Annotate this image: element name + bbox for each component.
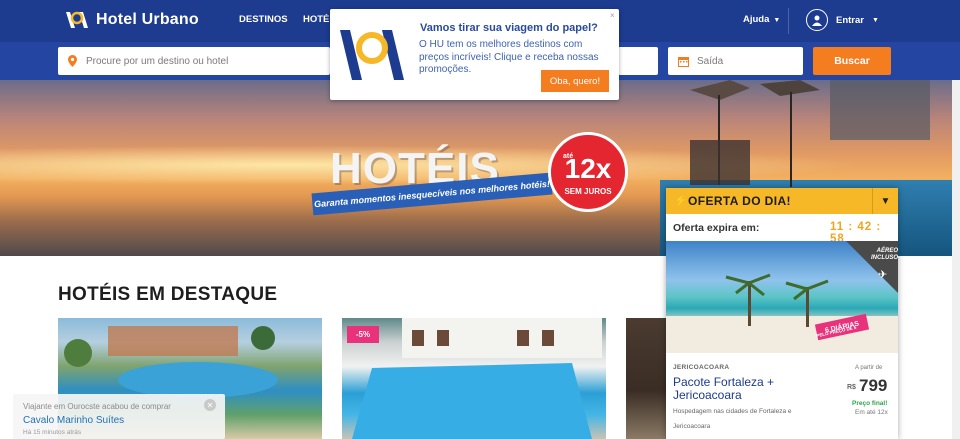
notification-time: Há 15 minutos atrás (23, 429, 82, 436)
brand-name: Hotel Urbano (96, 11, 199, 28)
destination-placeholder: Procure por um destino ou hotel (86, 55, 229, 67)
offer-header-title: OFERTA DO DIA! (688, 194, 791, 208)
installments-label: Em até 12x (855, 409, 888, 416)
offer-price: 799 (859, 376, 888, 395)
air-included-badge: AÉREO INCLUSO (871, 248, 898, 261)
offer-title[interactable]: Pacote Fortaleza + Jericoacoara (673, 376, 813, 401)
login-menu[interactable]: Entrar ▼ (806, 9, 879, 31)
offer-of-the-day-panel[interactable]: ⚡ OFERTA DO DIA! ▼ Oferta expira em: 11 … (666, 188, 898, 439)
divider (788, 8, 789, 34)
airplane-icon: ✈ (878, 269, 888, 281)
offer-location: JERICOACOARA (673, 364, 730, 371)
nav-hoteis[interactable]: HOTÉ (303, 14, 331, 25)
search-button[interactable]: Buscar (813, 47, 891, 75)
location-pin-icon (68, 55, 77, 67)
help-menu[interactable]: Ajuda ▼ (743, 14, 780, 25)
hotel-card[interactable] (626, 318, 666, 439)
destination-search-input[interactable]: Procure por um destino ou hotel (58, 47, 330, 75)
caret-down-icon: ▼ (773, 17, 781, 24)
newsletter-popup: Vamos tirar sua viagem do papel? O HU te… (330, 9, 619, 100)
notification-hotel-link[interactable]: Cavalo Marinho Suítes (23, 415, 124, 426)
checkout-date-input[interactable]: Saída (668, 47, 803, 75)
umbrellas-image (690, 80, 930, 187)
price-from-label: A partir de (855, 365, 883, 371)
discount-badge: -5% (347, 326, 379, 343)
nav-destinos[interactable]: DESTINOS (239, 14, 288, 25)
pool-photo (352, 318, 602, 439)
help-label: Ajuda (743, 14, 770, 25)
caret-down-icon: ▼ (871, 16, 879, 24)
price-currency: R$ (847, 384, 856, 391)
login-label: Entrar (836, 14, 864, 26)
hotel-urbano-logo-icon (66, 11, 88, 28)
recent-purchase-notification: Viajante em Ourocste acabou de comprar C… (13, 394, 225, 439)
scrollbar[interactable] (952, 80, 960, 439)
badge-suffix: SEM JUROS (564, 187, 612, 196)
chevron-down-icon[interactable]: ▼ (872, 188, 898, 214)
offer-expires-label: Oferta expira em: (673, 222, 760, 234)
calendar-icon (678, 56, 689, 67)
lightning-icon: ⚡ (674, 195, 688, 207)
hotel-urbano-logo-icon (340, 30, 404, 80)
checkout-placeholder: Saída (697, 55, 724, 67)
popup-title: Vamos tirar sua viagem do papel? (420, 22, 598, 34)
final-price-label: Preço final! (852, 400, 888, 407)
offer-description: Hospedagem nas cidades de Fortaleza e Je… (673, 408, 792, 430)
badge-value: 12x (564, 153, 612, 184)
close-icon[interactable]: × (610, 11, 615, 20)
section-title: HOTÉIS EM DESTAQUE (58, 284, 278, 305)
user-icon (806, 9, 828, 31)
installments-badge: até 12x SEM JUROS (548, 132, 628, 212)
close-icon[interactable]: ✕ (204, 399, 216, 411)
notification-text: Viajante em Ourocste acabou de comprar (23, 402, 171, 411)
offer-header[interactable]: ⚡ OFERTA DO DIA! ▼ (666, 188, 898, 214)
brand-logo[interactable]: Hotel Urbano (64, 10, 199, 30)
hotel-card[interactable]: -5% (342, 318, 606, 439)
checkin-field[interactable] (618, 47, 658, 75)
subscribe-button[interactable]: Oba, quero! (541, 70, 609, 92)
